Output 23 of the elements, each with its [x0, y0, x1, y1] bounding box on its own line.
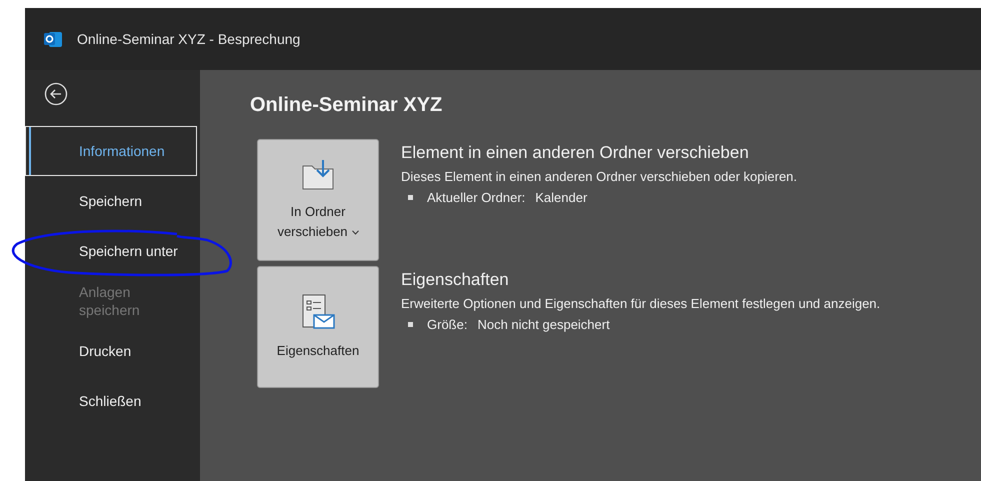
- sidebar-item[interactable]: Drucken: [25, 326, 197, 376]
- detail-value: Kalender: [535, 190, 588, 205]
- sidebar-item[interactable]: Informationen: [25, 126, 197, 176]
- bullet-icon: [408, 322, 413, 327]
- detail-label: Aktueller Ordner:: [427, 190, 526, 205]
- page-title: Online-Seminar XYZ: [250, 94, 444, 117]
- action-button[interactable]: Eigenschaften: [257, 266, 379, 388]
- sidebar-item[interactable]: Schließen: [25, 376, 197, 426]
- detail-label: Größe:: [427, 317, 468, 332]
- sidebar-item[interactable]: Speichern: [25, 176, 197, 226]
- section-heading: Element in einen anderen Ordner verschieben: [401, 143, 750, 163]
- app-icon: [43, 29, 63, 49]
- section-description: Erweiterte Optionen und Eigenschaften für dieses Element festlegen und anzeigen.: [401, 296, 880, 311]
- chevron-icon: [352, 230, 359, 236]
- sidebar-item[interactable]: Speichern unter: [25, 226, 197, 276]
- section-heading: Eigenschaften: [401, 270, 510, 290]
- action-button[interactable]: In Ordner verschieben: [257, 139, 379, 261]
- section-description: Dieses Element in einen anderen Ordner verschieben oder kopieren.: [401, 169, 798, 184]
- window-title: Online-Seminar XYZ - Besprechung: [77, 31, 300, 47]
- bullet-icon: [408, 195, 413, 200]
- back-button[interactable]: [44, 82, 68, 106]
- detail-value: Noch nicht gespeichert: [477, 317, 610, 332]
- folder-arrow-icon: [300, 158, 336, 192]
